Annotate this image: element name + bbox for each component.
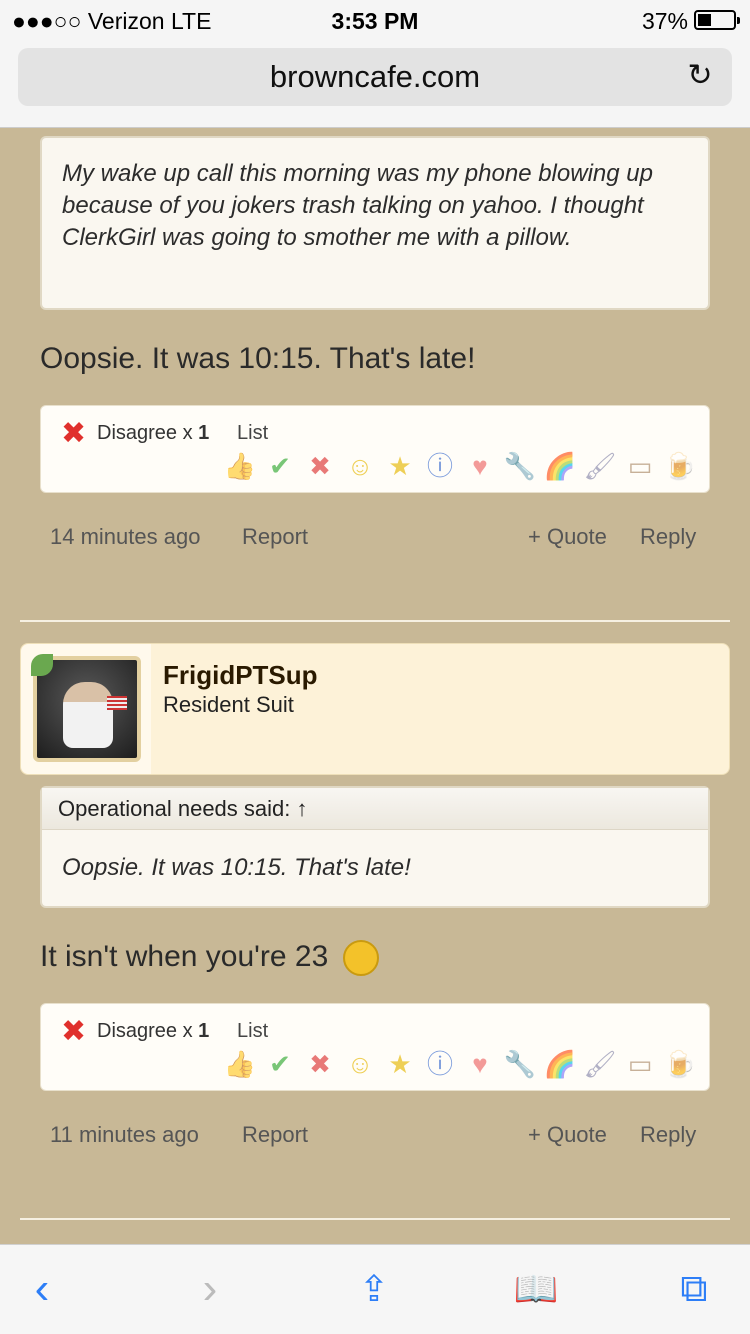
clock: 3:53 PM bbox=[331, 8, 419, 34]
rating-summary[interactable]: Disagree x 1 bbox=[97, 422, 209, 445]
reply-link[interactable]: Reply bbox=[640, 524, 696, 550]
post-message: It isn't when you're 23 bbox=[40, 940, 379, 977]
useful-icon[interactable]: 🔧 bbox=[503, 450, 537, 482]
post-message: Oopsie. It was 10:15. That's late! bbox=[40, 342, 476, 375]
creative-icon[interactable]: 🌈 bbox=[543, 1048, 577, 1080]
post-timestamp[interactable]: 14 minutes ago bbox=[50, 524, 200, 550]
thread-content: My wake up call this morning was my phon… bbox=[0, 128, 750, 1244]
username[interactable]: FrigidPTSup bbox=[163, 660, 318, 691]
smiley-icon bbox=[342, 940, 379, 977]
funny-icon[interactable]: ☺ bbox=[343, 1048, 377, 1080]
rating-icons: 👍 ✔ ✖ ☺ ★ ⓘ ♥ 🔧 🌈 🖌 ▭ 🍺 bbox=[223, 450, 697, 482]
box-icon[interactable]: ▭ bbox=[623, 450, 657, 482]
quote-block: My wake up call this morning was my phon… bbox=[40, 136, 710, 310]
ratings-bar: ✖ Disagree x 1 List 👍 ✔ ✖ ☺ ★ ⓘ ♥ 🔧 🌈 🖌 … bbox=[40, 405, 710, 493]
quote-block: Operational needs said: ↑ Oopsie. It was… bbox=[40, 786, 710, 908]
ratings-list-link[interactable]: List bbox=[237, 422, 268, 445]
winner-icon[interactable]: ★ bbox=[383, 1048, 417, 1080]
reply-link[interactable]: Reply bbox=[640, 1122, 696, 1148]
user-title: Resident Suit bbox=[163, 692, 294, 717]
beer-icon[interactable]: 🍺 bbox=[663, 450, 697, 482]
report-link[interactable]: Report bbox=[242, 1122, 308, 1148]
informative-icon[interactable]: ⓘ bbox=[423, 1048, 457, 1080]
creative-icon[interactable]: 🌈 bbox=[543, 450, 577, 482]
agree-icon[interactable]: ✔ bbox=[263, 1048, 297, 1080]
quote-link[interactable]: + Quote bbox=[528, 1122, 607, 1148]
quote-link[interactable]: + Quote bbox=[528, 524, 607, 550]
browser-toolbar: ‹ › ⇪ 📖 ⧉ bbox=[0, 1244, 750, 1334]
quote-text: My wake up call this morning was my phon… bbox=[62, 160, 653, 251]
url-text: browncafe.com bbox=[269, 59, 481, 94]
agree-icon[interactable]: ✔ bbox=[263, 450, 297, 482]
bookmarks-icon[interactable]: 📖 bbox=[508, 1265, 564, 1313]
ratings-bar: ✖ Disagree x 1 List 👍 ✔ ✖ ☺ ★ ⓘ ♥ 🔧 🌈 🖌 … bbox=[40, 1003, 710, 1091]
disagree-icon: ✖ bbox=[61, 417, 87, 450]
rating-summary[interactable]: Disagree x 1 bbox=[97, 1020, 209, 1043]
winner-icon[interactable]: ★ bbox=[383, 450, 417, 482]
quote-text: Oopsie. It was 10:15. That's late! bbox=[62, 854, 411, 881]
useful-icon[interactable]: 🔧 bbox=[503, 1048, 537, 1080]
box-icon[interactable]: ▭ bbox=[623, 1048, 657, 1080]
avatar-container bbox=[21, 644, 151, 774]
back-icon[interactable]: ‹ bbox=[22, 1265, 62, 1313]
love-icon[interactable]: ♥ bbox=[463, 450, 497, 482]
informative-icon[interactable]: ⓘ bbox=[423, 450, 457, 482]
post-timestamp[interactable]: 11 minutes ago bbox=[50, 1122, 199, 1148]
disagree-icon[interactable]: ✖ bbox=[303, 450, 337, 482]
ratings-list-link[interactable]: List bbox=[237, 1020, 268, 1043]
share-icon[interactable]: ⇪ bbox=[350, 1265, 398, 1313]
address-bar[interactable]: browncafe.com ↻ bbox=[18, 48, 732, 106]
status-bar: ●●●○○ Verizon LTE 3:53 PM 37% bbox=[0, 0, 750, 40]
reload-icon[interactable]: ↻ bbox=[684, 60, 716, 92]
like-icon[interactable]: 👍 bbox=[223, 450, 257, 482]
post-divider bbox=[20, 620, 730, 622]
user-profile-card: FrigidPTSup Resident Suit bbox=[20, 643, 730, 775]
paintbrush-icon[interactable]: 🖌 bbox=[583, 450, 617, 482]
battery-icon bbox=[694, 10, 740, 30]
battery-percent: 37% bbox=[641, 8, 688, 34]
quote-attribution[interactable]: Operational needs said: ↑ bbox=[42, 788, 708, 830]
browser-header: browncafe.com ↻ bbox=[0, 40, 750, 128]
report-link[interactable]: Report bbox=[242, 524, 308, 550]
love-icon[interactable]: ♥ bbox=[463, 1048, 497, 1080]
disagree-icon: ✖ bbox=[61, 1015, 87, 1048]
tabs-icon[interactable]: ⧉ bbox=[666, 1265, 722, 1313]
like-icon[interactable]: 👍 bbox=[223, 1048, 257, 1080]
post-divider bbox=[20, 1218, 730, 1220]
forward-icon[interactable]: › bbox=[190, 1265, 230, 1313]
paintbrush-icon[interactable]: 🖌 bbox=[583, 1048, 617, 1080]
funny-icon[interactable]: ☺ bbox=[343, 450, 377, 482]
disagree-icon[interactable]: ✖ bbox=[303, 1048, 337, 1080]
rating-icons: 👍 ✔ ✖ ☺ ★ ⓘ ♥ 🔧 🌈 🖌 ▭ 🍺 bbox=[223, 1048, 697, 1080]
beer-icon[interactable]: 🍺 bbox=[663, 1048, 697, 1080]
